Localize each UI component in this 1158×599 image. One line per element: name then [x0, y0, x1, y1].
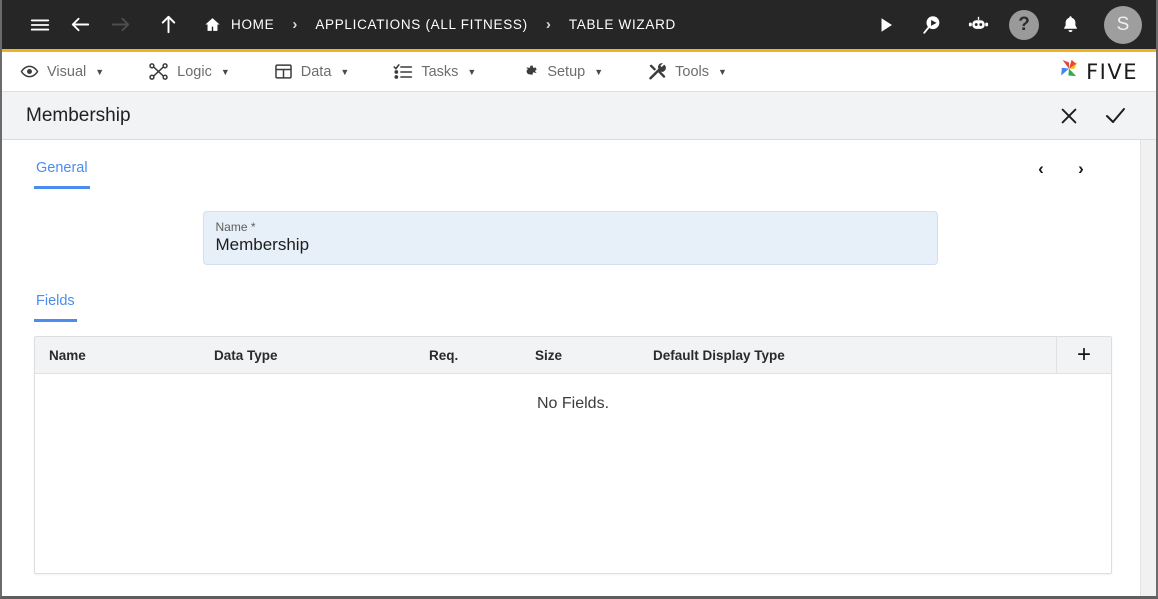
menu-item-data[interactable]: Data ▼	[274, 62, 368, 81]
menu-label-data: Data	[300, 63, 332, 80]
menu-label-tools: Tools	[675, 63, 709, 80]
logic-nodes-icon	[148, 61, 169, 82]
menu-item-tools[interactable]: Tools ▼	[647, 62, 745, 82]
name-field-label: Name *	[215, 220, 256, 234]
content-area: General ‹ › Name * Membership Fields Nam…	[2, 140, 1156, 596]
page-header: Membership	[2, 92, 1156, 140]
name-input[interactable]: Membership	[216, 235, 925, 255]
fields-empty-message: No Fields.	[536, 395, 610, 412]
search-play-icon[interactable]	[912, 5, 952, 45]
chevron-down-icon: ▼	[95, 66, 105, 77]
column-header-name[interactable]: Name	[35, 348, 200, 363]
fields-tab-row: Fields	[2, 265, 1138, 322]
five-pinwheel-logo	[1056, 56, 1082, 87]
avatar-initial: S	[1116, 13, 1130, 35]
brand-logo: FIVE	[1056, 56, 1142, 87]
arrow-up-icon[interactable]	[148, 5, 188, 45]
previous-record-button[interactable]: ‹	[1026, 154, 1056, 184]
next-record-button[interactable]: ›	[1066, 154, 1096, 184]
cancel-button[interactable]	[1046, 96, 1092, 136]
breadcrumb-item-home[interactable]: HOME	[200, 16, 278, 33]
topbar-left-group: HOME › APPLICATIONS (ALL FITNESS) › TABL…	[20, 5, 866, 45]
application-window: HOME › APPLICATIONS (ALL FITNESS) › TABL…	[0, 0, 1158, 599]
page-title: Membership	[26, 104, 131, 126]
breadcrumb-separator: ›	[292, 16, 298, 33]
hamburger-icon[interactable]	[20, 5, 60, 45]
avatar[interactable]: S	[1104, 5, 1142, 44]
eye-icon	[20, 62, 39, 81]
menu-item-logic[interactable]: Logic ▼	[148, 61, 248, 82]
breadcrumb-separator: ›	[545, 16, 551, 33]
robot-icon[interactable]	[958, 5, 998, 45]
menu-label-logic: Logic	[177, 63, 212, 80]
tab-fields[interactable]: Fields	[34, 293, 77, 322]
brand-text: FIVE	[1086, 59, 1138, 84]
column-header-data-type[interactable]: Data Type	[200, 348, 415, 363]
add-field-button[interactable]: +	[1056, 337, 1111, 373]
general-form: Name * Membership	[2, 189, 1138, 265]
bell-icon[interactable]	[1050, 5, 1090, 45]
breadcrumb-label-applications: APPLICATIONS (ALL FITNESS)	[315, 17, 528, 32]
topbar-right-group: ? S	[866, 5, 1142, 45]
arrow-right-icon	[100, 5, 140, 45]
menu-label-setup: Setup	[547, 63, 586, 80]
confirm-button[interactable]	[1092, 96, 1138, 136]
fields-grid: Name Data Type Req. Size Default Display…	[34, 336, 1112, 574]
record-navigation: ‹ ›	[1026, 154, 1096, 184]
column-header-req[interactable]: Req.	[415, 348, 521, 363]
chevron-down-icon: ▼	[467, 66, 477, 77]
name-field[interactable]: Name * Membership	[202, 211, 938, 265]
breadcrumb-label-table-wizard: TABLE WIZARD	[568, 17, 676, 32]
breadcrumb-item-table-wizard[interactable]: TABLE WIZARD	[565, 17, 680, 32]
menu-label-visual: Visual	[47, 63, 87, 80]
gear-icon	[520, 62, 539, 81]
top-navigation-bar: HOME › APPLICATIONS (ALL FITNESS) › TABL…	[2, 0, 1156, 52]
help-glyph: ?	[1018, 13, 1030, 35]
menu-item-setup[interactable]: Setup ▼	[520, 62, 621, 81]
arrow-left-icon[interactable]	[60, 5, 100, 45]
chevron-down-icon: ▼	[718, 66, 727, 77]
play-icon[interactable]	[866, 5, 906, 45]
breadcrumb-item-applications[interactable]: APPLICATIONS (ALL FITNESS)	[311, 17, 532, 32]
help-badge: ?	[1009, 9, 1039, 40]
tab-general[interactable]: General	[34, 160, 90, 189]
table-icon	[274, 62, 293, 81]
fields-grid-header: Name Data Type Req. Size Default Display…	[35, 337, 1111, 374]
breadcrumb-label-home: HOME	[231, 17, 275, 32]
menu-item-visual[interactable]: Visual ▼	[20, 62, 122, 81]
chevron-down-icon: ▼	[340, 66, 350, 77]
column-header-default-display-type[interactable]: Default Display Type	[639, 348, 1056, 363]
menu-label-tasks: Tasks	[421, 63, 459, 80]
menu-item-tasks[interactable]: Tasks ▼	[393, 62, 494, 82]
main-menu-bar: Visual ▼ Logic ▼ Data ▼ Tasks ▼ Setup ▼ …	[2, 52, 1156, 92]
vertical-scrollbar[interactable]	[1140, 140, 1156, 596]
chevron-down-icon: ▼	[220, 66, 230, 77]
tools-icon	[647, 62, 667, 82]
help-icon[interactable]: ?	[1004, 5, 1044, 45]
column-header-size[interactable]: Size	[521, 348, 639, 363]
checklist-icon	[393, 62, 413, 82]
home-icon	[204, 16, 221, 33]
chevron-down-icon: ▼	[594, 66, 604, 77]
general-tab-row: General ‹ ›	[2, 140, 1138, 189]
